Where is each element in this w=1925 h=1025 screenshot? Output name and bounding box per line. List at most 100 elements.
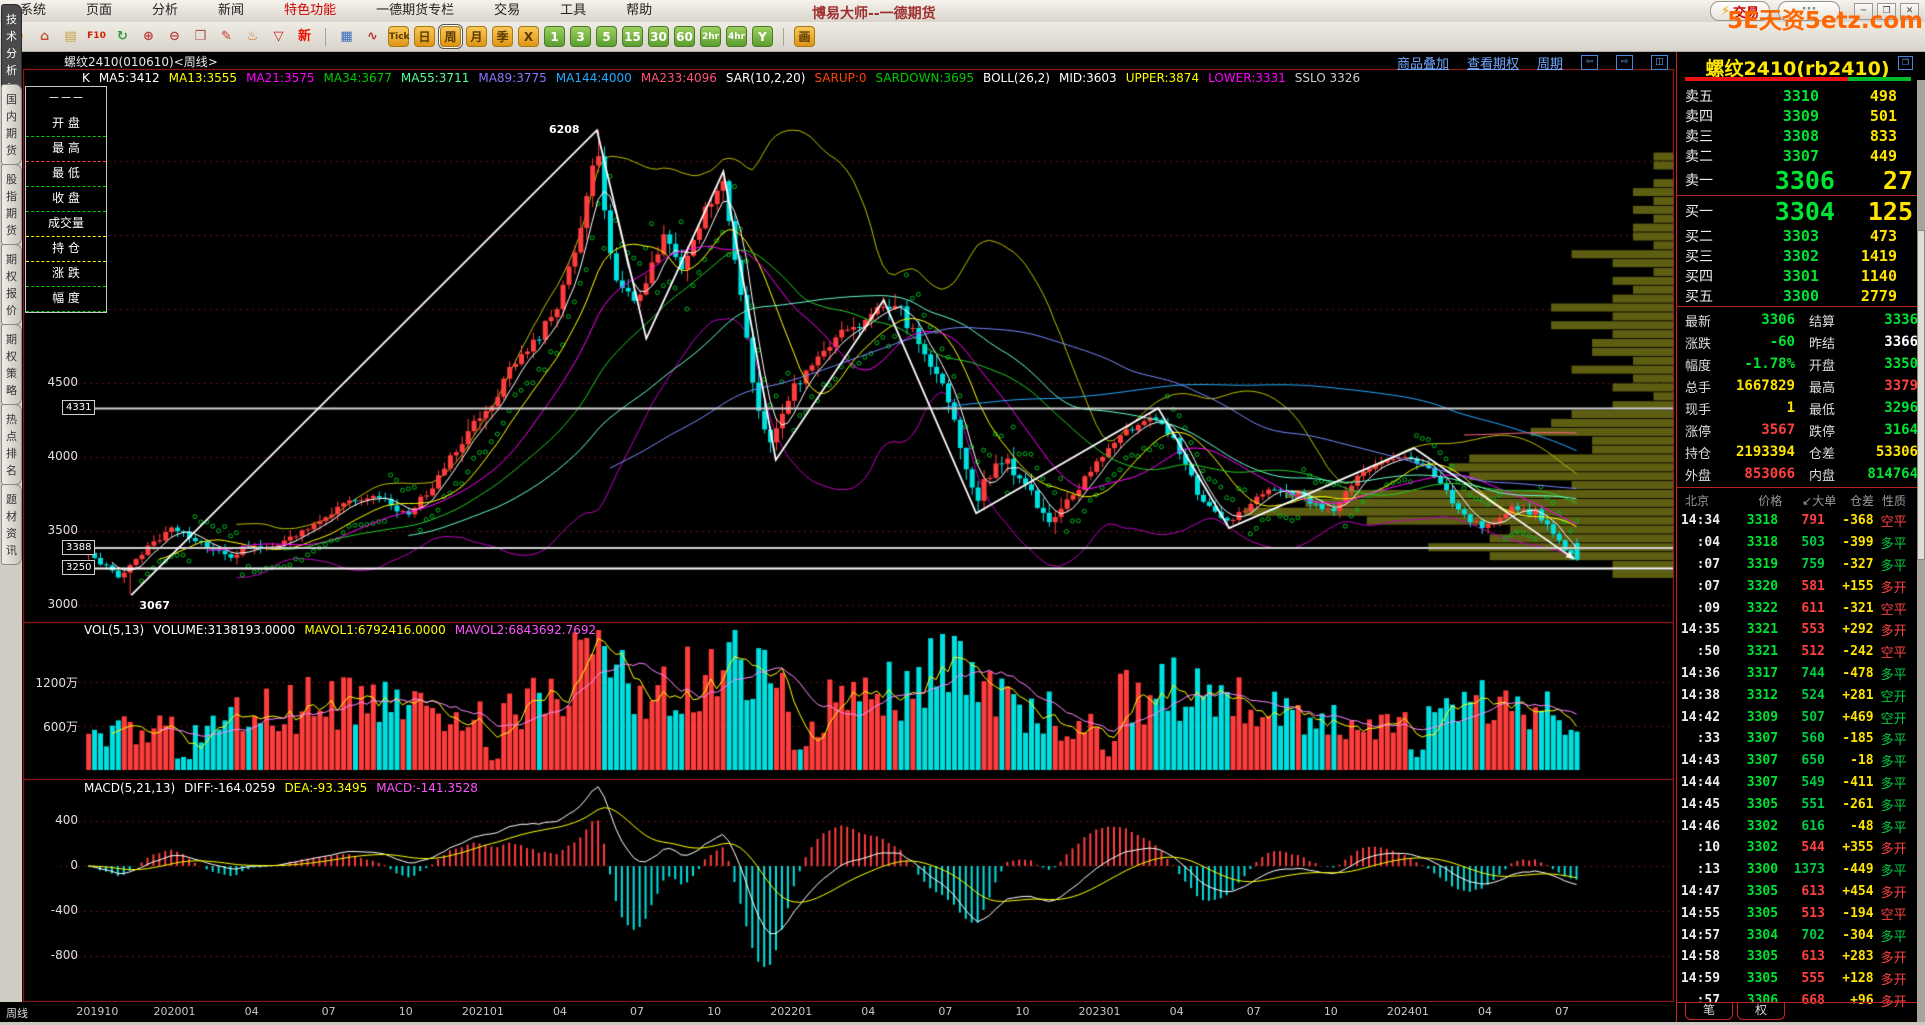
tick-volume: 613 — [1778, 884, 1825, 899]
info-label: 涨停 — [1685, 421, 1729, 440]
period-60min-button[interactable]: 60 — [674, 26, 695, 47]
tick-nature: 多开 — [1881, 620, 1918, 639]
tick-list-scrollbar[interactable] — [1917, 80, 1925, 1022]
period-5min-button[interactable]: 5 — [596, 26, 617, 47]
x-tick-202201: 202201 — [770, 1005, 812, 1018]
scrollbar-thumb[interactable] — [1917, 230, 1925, 560]
x-tick-04: 04 — [245, 1005, 259, 1018]
overlay-icon[interactable]: ❒ — [190, 26, 211, 47]
tick-time: 14:38 — [1677, 688, 1720, 703]
tick-oi-delta: -194 — [1825, 906, 1874, 921]
ratio-bar-red — [1685, 77, 1848, 81]
tick-nature: 多平 — [1881, 817, 1918, 836]
header-link-1[interactable]: 商品叠加 — [1397, 53, 1449, 72]
tick-row: 14:383312524+281空开 — [1677, 684, 1918, 706]
tick-time: 14:34 — [1677, 513, 1720, 528]
x-tick-202301: 202301 — [1079, 1005, 1121, 1018]
header-link-2[interactable]: 查看期权 — [1467, 53, 1519, 72]
menu-item-8[interactable]: 工具 — [540, 0, 606, 22]
header-link-3[interactable]: 周期 — [1537, 53, 1563, 72]
info-label: 涨跌 — [1685, 333, 1729, 352]
tick-price: 3305 — [1720, 906, 1778, 921]
quote-table-icon[interactable]: ▦ — [336, 26, 357, 47]
sidebar-tab-3[interactable]: 股指期货 — [1, 164, 22, 245]
tick-row: 14:473305613+454多开 — [1677, 881, 1918, 903]
ask-row-3[interactable]: 卖三3308833 — [1677, 126, 1918, 146]
bid-row-2[interactable]: 买二3303473 — [1677, 226, 1918, 246]
period-1min-button[interactable]: 1 — [544, 26, 565, 47]
sidebar-tab-2[interactable]: 国内期货 — [1, 84, 22, 165]
hline-label-3388: 3388 — [62, 540, 95, 555]
sidebar-tab-4[interactable]: 期权报价 — [1, 244, 22, 325]
bottom-tab-1[interactable]: 笔 — [1685, 1003, 1733, 1020]
menu-item-9[interactable]: 帮助 — [606, 0, 672, 22]
pane-right-icon[interactable]: ⇨ — [1616, 55, 1633, 70]
order-level-label: 卖五 — [1685, 86, 1735, 106]
menu-item-2[interactable]: 页面 — [66, 0, 132, 22]
tick-oi-delta: -48 — [1825, 819, 1874, 834]
x-tick-10: 10 — [1015, 1005, 1029, 1018]
draw-mode-button[interactable]: 画 — [794, 26, 815, 47]
info-label: 最低 — [1809, 399, 1853, 418]
f10-icon[interactable]: F10 — [86, 26, 107, 47]
bid-row-4[interactable]: 买四33011140 — [1677, 266, 1918, 286]
period-month-button[interactable]: 月 — [466, 26, 487, 47]
tick-col-header: 价格 — [1726, 492, 1782, 509]
sidebar-tab-5[interactable]: 期权策略 — [1, 324, 22, 405]
x-tick-07: 07 — [322, 1005, 336, 1018]
annotate-icon[interactable]: ✎ — [216, 26, 237, 47]
ask-row-4[interactable]: 卖四3309501 — [1677, 106, 1918, 126]
toolbar: ⇦⌂▤F10↻⊕⊖❒✎♨▽新▦∿Tick日周月季X1351530602hr4hr… — [0, 22, 1925, 52]
pane-split-icon[interactable]: ◫ — [1651, 55, 1668, 70]
period-year-button[interactable]: Y — [752, 26, 773, 47]
info-value: -1.78% — [1729, 356, 1795, 372]
sidebar-tab-7[interactable]: 题材资讯 — [1, 484, 22, 565]
period-tick-button[interactable]: Tick — [388, 26, 409, 47]
bottom-tab-2[interactable]: 权 — [1737, 1003, 1785, 1020]
kline-chart-icon[interactable]: ∿ — [362, 26, 383, 47]
period-4hr-button[interactable]: 4hr — [726, 26, 747, 47]
tick-volume: 1373 — [1778, 862, 1825, 877]
period-custom-button[interactable]: X — [518, 26, 539, 47]
ask-row-5[interactable]: 卖五3310498 — [1677, 86, 1918, 106]
bid-row-5[interactable]: 买五33002779 — [1677, 286, 1918, 306]
menu-item-3[interactable]: 分析 — [132, 0, 198, 22]
sidebar-tab-6[interactable]: 热点排名 — [1, 404, 22, 485]
home-icon[interactable]: ⌂ — [34, 26, 55, 47]
bid-row-1[interactable]: 买一3304125 — [1677, 197, 1918, 225]
filter-icon[interactable]: ▽ — [268, 26, 289, 47]
menu-item-6[interactable]: 一德期货专栏 — [356, 0, 474, 22]
tick-price: 3307 — [1720, 775, 1778, 790]
menu-item-7[interactable]: 交易 — [474, 0, 540, 22]
tick-row: 14:593305555+128多开 — [1677, 968, 1918, 990]
zoom-out-icon[interactable]: ⊖ — [164, 26, 185, 47]
restore-window-icon[interactable]: ❐ — [1898, 56, 1913, 70]
period-2hr-button[interactable]: 2hr — [700, 26, 721, 47]
info-label: 仓差 — [1809, 443, 1853, 462]
menu-item-4[interactable]: 新闻 — [198, 0, 264, 22]
period-day-button[interactable]: 日 — [414, 26, 435, 47]
paint-icon[interactable]: ♨ — [242, 26, 263, 47]
indicator-value: MACD:-141.3528 — [376, 781, 478, 795]
bid-row-3[interactable]: 买三33021419 — [1677, 246, 1918, 266]
period-3min-button[interactable]: 3 — [570, 26, 591, 47]
period-week-button[interactable]: 周 — [440, 26, 461, 47]
menu-item-5[interactable]: 特色功能 — [264, 0, 356, 22]
indicator-value: MA55:3711 — [401, 71, 469, 85]
period-quarter-button[interactable]: 季 — [492, 26, 513, 47]
period-30min-button[interactable]: 30 — [648, 26, 669, 47]
tick-oi-delta: +355 — [1825, 840, 1874, 855]
ask-row-2[interactable]: 卖二3307449 — [1677, 146, 1918, 166]
tick-oi-delta: -261 — [1825, 797, 1874, 812]
zoom-in-icon[interactable]: ⊕ — [138, 26, 159, 47]
tick-price: 3312 — [1720, 688, 1778, 703]
ask-row-1[interactable]: 卖一330627 — [1677, 166, 1918, 194]
pane-left-icon[interactable]: ⇦ — [1581, 55, 1598, 70]
order-qty: 473 — [1819, 227, 1897, 245]
report-icon[interactable]: ▤ — [60, 26, 81, 47]
indicator-value: SARUP:0 — [814, 71, 866, 85]
period-15min-button[interactable]: 15 — [622, 26, 643, 47]
period-label[interactable]: 周线 — [6, 1005, 28, 1021]
refresh-icon[interactable]: ↻ — [112, 26, 133, 47]
new-icon[interactable]: 新 — [294, 26, 315, 47]
